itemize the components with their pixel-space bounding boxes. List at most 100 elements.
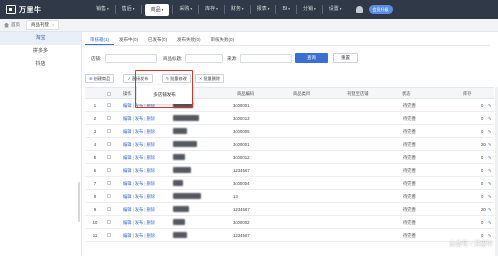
source-select[interactable]	[240, 54, 293, 63]
edit-link[interactable]: 编辑	[123, 103, 132, 108]
batch-delete-button[interactable]: ✕批量删除	[194, 74, 225, 83]
row-operations: 编辑|发布|删除	[123, 155, 155, 161]
row-checkbox[interactable]	[107, 220, 111, 224]
delete-link[interactable]: 删除	[146, 194, 155, 199]
edit-icon[interactable]: ✎	[488, 220, 492, 226]
edit-link[interactable]: 编辑	[123, 207, 132, 212]
publish-link[interactable]: 发布	[135, 207, 144, 212]
edit-icon[interactable]: ✎	[488, 142, 492, 148]
nav-item-9[interactable]: 设置▾	[323, 0, 348, 19]
row-checkbox[interactable]	[107, 194, 111, 198]
title-input[interactable]	[185, 54, 224, 63]
row-operations: 编辑|发布|删除	[123, 194, 155, 200]
edit-icon[interactable]: ✎	[488, 207, 492, 213]
delete-link[interactable]: 删除	[146, 168, 155, 173]
chevron-down-icon: ▾	[267, 7, 270, 11]
delete-link[interactable]: 删除	[146, 129, 155, 134]
reset-button[interactable]: 重置	[333, 53, 358, 63]
stock-value: 0	[481, 194, 484, 199]
app-logo[interactable]: 万里牛	[6, 5, 48, 15]
sidebar-item-2[interactable]: 抖店	[0, 58, 81, 71]
nav-item-1[interactable]: 售后▾	[116, 0, 141, 19]
row-checkbox[interactable]	[107, 142, 111, 146]
store-select[interactable]	[105, 54, 158, 63]
row-checkbox[interactable]	[107, 168, 111, 172]
row-checkbox[interactable]	[107, 207, 111, 211]
delete-link[interactable]: 删除	[146, 220, 155, 225]
edit-icon[interactable]: ✎	[488, 194, 492, 200]
row-checkbox[interactable]	[107, 155, 111, 159]
nav-item-4[interactable]: 库存▾	[199, 0, 224, 19]
status-text: 待完善	[403, 155, 416, 160]
publish-link[interactable]: 发布	[135, 194, 144, 199]
nav-item-2[interactable]: 商品▾	[144, 3, 170, 16]
tab-status-4[interactable]: 审核失败(0)	[206, 35, 240, 45]
sidebar-item-0[interactable]: 淘宝	[0, 32, 81, 45]
close-icon[interactable]: ×	[52, 20, 54, 30]
publish-link[interactable]: 发布	[135, 116, 144, 121]
edit-icon[interactable]: ✎	[488, 181, 492, 187]
bell-icon[interactable]	[355, 6, 363, 13]
publish-link[interactable]: 发布	[135, 168, 144, 173]
nav-item-3[interactable]: 采购▾	[173, 0, 198, 19]
edit-icon[interactable]: ✎	[488, 155, 492, 161]
nav-item-0[interactable]: 销售▾	[90, 0, 115, 19]
edit-link[interactable]: 编辑	[123, 233, 132, 238]
select-all-checkbox[interactable]	[107, 92, 111, 96]
tab-status-1[interactable]: 发布中(0)	[114, 35, 143, 45]
table-row: 3 编辑|发布|删除 3c00005 待完善 0 ✎	[85, 125, 494, 138]
row-checkbox[interactable]	[107, 233, 111, 237]
publish-link[interactable]: 发布	[135, 220, 144, 225]
edit-icon[interactable]: ✎	[488, 129, 492, 135]
edit-link[interactable]: 编辑	[123, 129, 132, 134]
sidebar-item-1[interactable]: 拼多多	[0, 45, 81, 58]
nav-item-8[interactable]: 分销▾	[297, 0, 322, 19]
create-product-button[interactable]: ⊕创建商品	[85, 74, 115, 83]
edit-icon[interactable]: ✎	[488, 103, 492, 109]
nav-item-6[interactable]: 报表▾	[251, 0, 276, 19]
edit-icon[interactable]: ✎	[488, 116, 492, 122]
query-button[interactable]: 查询	[295, 53, 328, 63]
edit-icon[interactable]: ✎	[488, 168, 492, 174]
tab-status-2[interactable]: 已发布(0)	[143, 35, 172, 45]
nav-item-7[interactable]: BI▾	[276, 0, 296, 19]
edit-link[interactable]: 编辑	[123, 220, 132, 225]
row-number: 1	[93, 103, 97, 108]
tab-status-0[interactable]: 审核箱(1)	[85, 35, 114, 45]
row-checkbox[interactable]	[107, 103, 111, 107]
edit-link[interactable]: 编辑	[123, 181, 132, 186]
store-filter-label: 店铺:	[91, 55, 102, 61]
publish-link[interactable]: 发布	[135, 155, 144, 160]
upgrade-button[interactable]: 会员升级	[368, 5, 393, 14]
tab-status-3[interactable]: 发布失败(0)	[172, 35, 206, 45]
edit-link[interactable]: 编辑	[123, 168, 132, 173]
publish-link[interactable]: 发布	[135, 129, 144, 134]
edit-link[interactable]: 编辑	[123, 116, 132, 121]
title-filter: 商品标题:	[163, 53, 224, 64]
home-icon	[4, 22, 9, 28]
product-title-redacted	[173, 193, 201, 199]
tab-product-listing[interactable]: 商品刊登 ×	[26, 20, 60, 30]
delete-link[interactable]: 删除	[146, 142, 155, 147]
status-text: 待完善	[403, 194, 416, 199]
delete-link[interactable]: 删除	[146, 155, 155, 160]
edit-link[interactable]: 编辑	[123, 142, 132, 147]
row-checkbox[interactable]	[107, 116, 111, 120]
delete-link[interactable]: 删除	[146, 233, 155, 238]
delete-link[interactable]: 删除	[146, 207, 155, 212]
row-checkbox[interactable]	[107, 129, 111, 133]
sidebar-scrollbar[interactable]	[78, 182, 80, 222]
delete-link[interactable]: 删除	[146, 181, 155, 186]
edit-link[interactable]: 编辑	[123, 155, 132, 160]
nav-item-label: 销售	[96, 6, 107, 12]
row-checkbox[interactable]	[107, 181, 111, 185]
row-number: 3	[93, 129, 97, 134]
nav-item-5[interactable]: 财务▾	[225, 0, 250, 19]
publish-link[interactable]: 发布	[135, 181, 144, 186]
publish-link[interactable]: 发布	[135, 233, 144, 238]
home-tab[interactable]: 首页	[4, 22, 20, 28]
row-operations: 编辑|发布|删除	[123, 142, 155, 148]
delete-link[interactable]: 删除	[146, 116, 155, 121]
edit-link[interactable]: 编辑	[123, 194, 132, 199]
publish-link[interactable]: 发布	[135, 142, 144, 147]
